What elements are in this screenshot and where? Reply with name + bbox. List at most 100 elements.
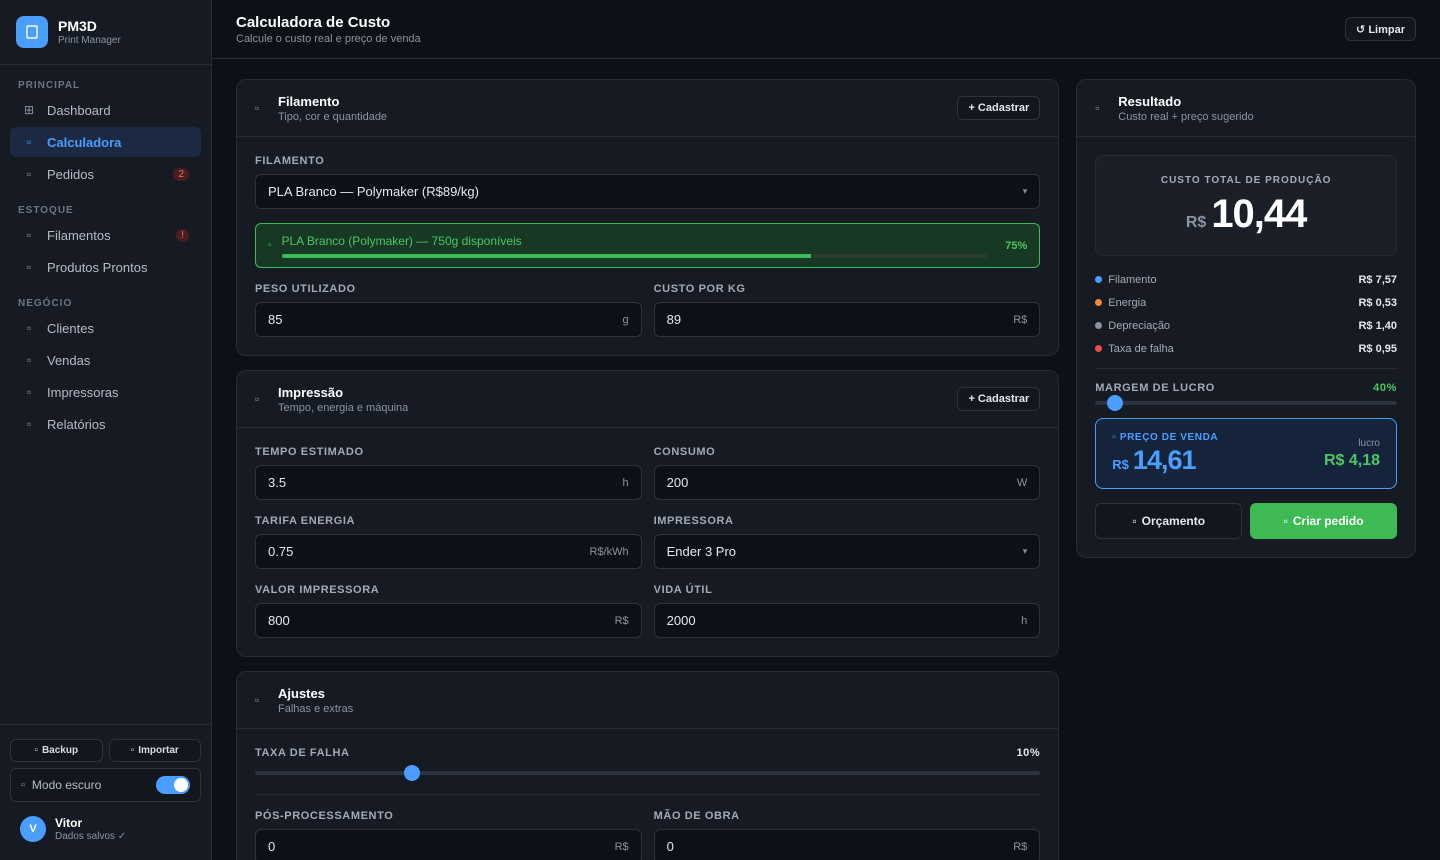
input-value: 3.5 [268, 475, 287, 490]
sidebar-item-relatorios[interactable]: ▫ Relatórios [10, 409, 201, 439]
topbar: Calculadora de Custo Calcule o custo rea… [212, 0, 1440, 59]
sidebar-item-impressoras[interactable]: ▫ Impressoras [10, 377, 201, 407]
lifetime-input[interactable]: 2000 h [653, 603, 1041, 638]
input-unit: g [622, 313, 629, 326]
legend-dot [1095, 322, 1103, 329]
sidebar-item-calculadora[interactable]: ▫ Calculadora [10, 127, 201, 157]
calculator-icon: ▫ [26, 135, 32, 149]
create-order-button[interactable]: ▫ Criar pedido [1250, 503, 1398, 539]
field-label: IMPRESSORA [653, 515, 734, 527]
field-label: TARIFA ENERGIA [255, 515, 356, 527]
spool-icon: ▫ [255, 101, 260, 115]
card-title: Impressão [278, 384, 344, 400]
total-currency: R$ [1185, 213, 1207, 231]
card-subtitle: Custo real + preço sugerido [1118, 110, 1254, 123]
page-subtitle: Calcule o custo real e preço de venda [236, 32, 421, 45]
input-unit: R$ [614, 840, 629, 853]
create-order-label: Criar pedido [1292, 514, 1364, 528]
sidebar-item-vendas[interactable]: ▫ Vendas [10, 345, 201, 375]
power-input[interactable]: 200 W [653, 465, 1041, 500]
input-unit: R$/kWh [589, 545, 629, 558]
filament-select[interactable]: PLA Branco — Polymaker (R$89/kg) ▾ [255, 174, 1041, 209]
sidebar-item-label: Dashboard [47, 102, 111, 118]
nav-section-estoque: ESTOQUE [18, 205, 74, 216]
weight-input[interactable]: 85 g [255, 302, 642, 337]
printer-icon: ▫ [26, 385, 32, 399]
sidebar-item-label: Produtos Prontos [47, 259, 148, 275]
total-cost-box: CUSTO TOTAL DE PRODUÇÃO R$ 10,44 [1095, 155, 1397, 256]
sidebar-item-dashboard[interactable]: ⊞ Dashboard [10, 95, 201, 125]
card-body: TAXA DE FALHA 10% PÓS-PROCESSAMENTO 0 R$… [237, 729, 1058, 860]
sidebar-item-label: Calculadora [47, 134, 122, 150]
time-input[interactable]: 3.5 h [255, 465, 642, 500]
card-title: Resultado [1118, 93, 1182, 109]
legend-dot [1095, 345, 1103, 352]
backup-button[interactable]: ▫ Backup [10, 739, 103, 762]
adjustments-card: ▫ Ajustes Falhas e extras TAXA DE FALHA … [236, 671, 1060, 860]
stock-text: PLA Branco (Polymaker) — 750g disponívei… [281, 233, 522, 248]
brand-name: PM3D [58, 18, 97, 34]
plus-icon: ▫ [1283, 514, 1288, 528]
profit-value: R$ 4,18 [1323, 451, 1380, 469]
margin-value: 40% [1373, 382, 1397, 394]
field-label: MÃO DE OBRA [653, 810, 740, 822]
sale-price-label: ▫ PREÇO DE VENDA [1112, 432, 1218, 443]
labor-input[interactable]: 0 R$ [653, 829, 1041, 860]
input-unit: R$ [614, 614, 629, 627]
sidebar-item-pedidos[interactable]: ▫ Pedidos 2 [10, 159, 201, 189]
grid-icon: ⊞ [23, 103, 35, 117]
margin-slider[interactable] [1095, 395, 1397, 411]
slider-thumb[interactable] [404, 765, 421, 781]
stock-progress-bar [281, 253, 988, 258]
field-label: CUSTO POR KG [653, 283, 746, 295]
main-area: Calculadora de Custo Calcule o custo rea… [212, 0, 1440, 860]
backup-label: Backup [41, 745, 79, 756]
sidebar-item-produtos-prontos[interactable]: ▫ Produtos Prontos [10, 252, 201, 282]
save-status: Dados salvos ✓ [55, 831, 127, 842]
card-subtitle: Falhas e extras [278, 702, 354, 715]
dark-mode-toggle[interactable] [156, 776, 190, 794]
data-actions: ▫ Backup ▫ Importar [10, 739, 201, 762]
check-icon: ▫ [268, 240, 272, 251]
import-button[interactable]: ▫ Importar [108, 739, 201, 762]
failure-rate-slider[interactable] [255, 765, 1041, 781]
user-name: Vitor [55, 816, 83, 830]
add-filament-button[interactable]: + Cadastrar [957, 96, 1041, 120]
printer-select[interactable]: Ender 3 Pro ▾ [653, 534, 1041, 569]
sidebar-item-label: Vendas [47, 352, 91, 368]
report-icon: ▫ [26, 417, 32, 431]
quote-button[interactable]: ▫ Orçamento [1095, 503, 1243, 539]
printer-icon: ▫ [255, 392, 260, 406]
tag-icon: ▫ [1112, 431, 1120, 443]
total-cost-value: 10,44 [1211, 191, 1307, 236]
field-label: FILAMENTO [255, 155, 325, 167]
filament-card: ▫ Filamento Tipo, cor e quantidade + Cad… [236, 79, 1060, 356]
sidebar-item-label: Clientes [47, 320, 94, 336]
printer-price-input[interactable]: 800 R$ [255, 603, 642, 638]
card-header: ▫ Filamento Tipo, cor e quantidade + Cad… [237, 80, 1059, 137]
breakdown-label: Taxa de falha [1108, 342, 1174, 355]
breakdown-label: Energia [1108, 296, 1147, 309]
input-unit: h [1021, 614, 1028, 627]
avatar: V [20, 816, 46, 842]
input-value: 89 [666, 312, 682, 327]
user-profile: V Vitor Dados salvos ✓ [10, 802, 201, 860]
select-value: Ender 3 Pro [666, 544, 737, 559]
breakdown-amount: R$ 7,57 [1358, 273, 1397, 286]
input-unit: W [1016, 476, 1028, 489]
slider-track [1095, 401, 1397, 405]
sidebar-item-clientes[interactable]: ▫ Clientes [10, 313, 201, 343]
field-label: TEMPO ESTIMADO [255, 446, 364, 458]
slider-thumb[interactable] [1107, 395, 1124, 411]
cost-breakdown: Filamento R$ 7,57 Energia R$ 0,53 Deprec… [1095, 268, 1397, 360]
box-icon: ▫ [26, 260, 32, 274]
slider-track [255, 771, 1041, 775]
sidebar-item-filamentos[interactable]: ▫ Filamentos ! [10, 220, 201, 250]
add-printer-button[interactable]: + Cadastrar [957, 387, 1041, 411]
post-processing-input[interactable]: 0 R$ [255, 829, 642, 860]
backup-icon: ▫ [34, 745, 38, 756]
tariff-input[interactable]: 0.75 R$/kWh [255, 534, 642, 569]
clear-button[interactable]: ↺ Limpar [1345, 17, 1416, 41]
cost-per-kg-input[interactable]: 89 R$ [653, 302, 1041, 337]
